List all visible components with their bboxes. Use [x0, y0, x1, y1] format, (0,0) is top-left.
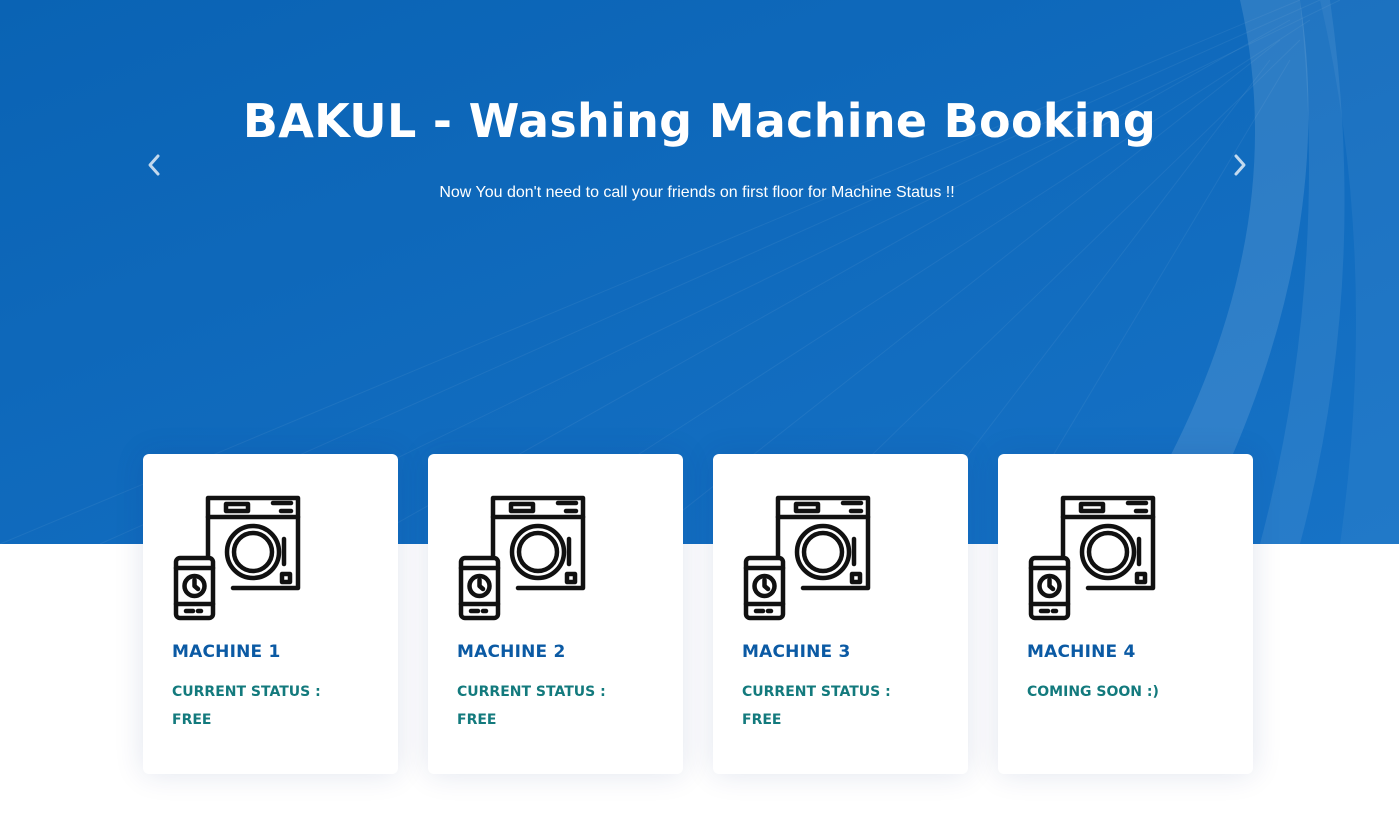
- machine-title: MACHINE 4: [1027, 642, 1136, 662]
- hero-title: BAKUL - Washing Machine Booking: [242, 94, 1157, 148]
- washing-machine-phone-icon: [173, 495, 301, 621]
- machine-status-label: CURRENT STATUS :: [742, 684, 891, 700]
- machine-card-2[interactable]: MACHINE 2 CURRENT STATUS : FREE: [428, 454, 683, 774]
- hero-subtitle: Now You don't need to call your friends …: [439, 184, 955, 201]
- machine-title: MACHINE 1: [172, 642, 281, 662]
- washing-machine-phone-icon: [1028, 495, 1156, 621]
- chevron-right-icon: [1234, 154, 1246, 176]
- washing-machine-phone-icon: [458, 495, 586, 621]
- machine-status-label: COMING SOON :): [1027, 684, 1159, 700]
- machine-card-4[interactable]: MACHINE 4 COMING SOON :): [998, 454, 1253, 774]
- machine-status-value: FREE: [457, 712, 497, 728]
- machine-card-1[interactable]: MACHINE 1 CURRENT STATUS : FREE: [143, 454, 398, 774]
- chevron-left-icon: [148, 154, 160, 176]
- machine-cards: MACHINE 1 CURRENT STATUS : FREE MACHINE …: [143, 454, 1253, 774]
- machine-title: MACHINE 3: [742, 642, 851, 662]
- machine-status-label: CURRENT STATUS :: [172, 684, 321, 700]
- washing-machine-phone-icon: [743, 495, 871, 621]
- carousel-next-button[interactable]: [1225, 150, 1255, 180]
- machine-status-label: CURRENT STATUS :: [457, 684, 606, 700]
- machine-status-value: FREE: [172, 712, 212, 728]
- machine-title: MACHINE 2: [457, 642, 566, 662]
- machine-status-value: FREE: [742, 712, 782, 728]
- carousel-prev-button[interactable]: [139, 150, 169, 180]
- machine-card-3[interactable]: MACHINE 3 CURRENT STATUS : FREE: [713, 454, 968, 774]
